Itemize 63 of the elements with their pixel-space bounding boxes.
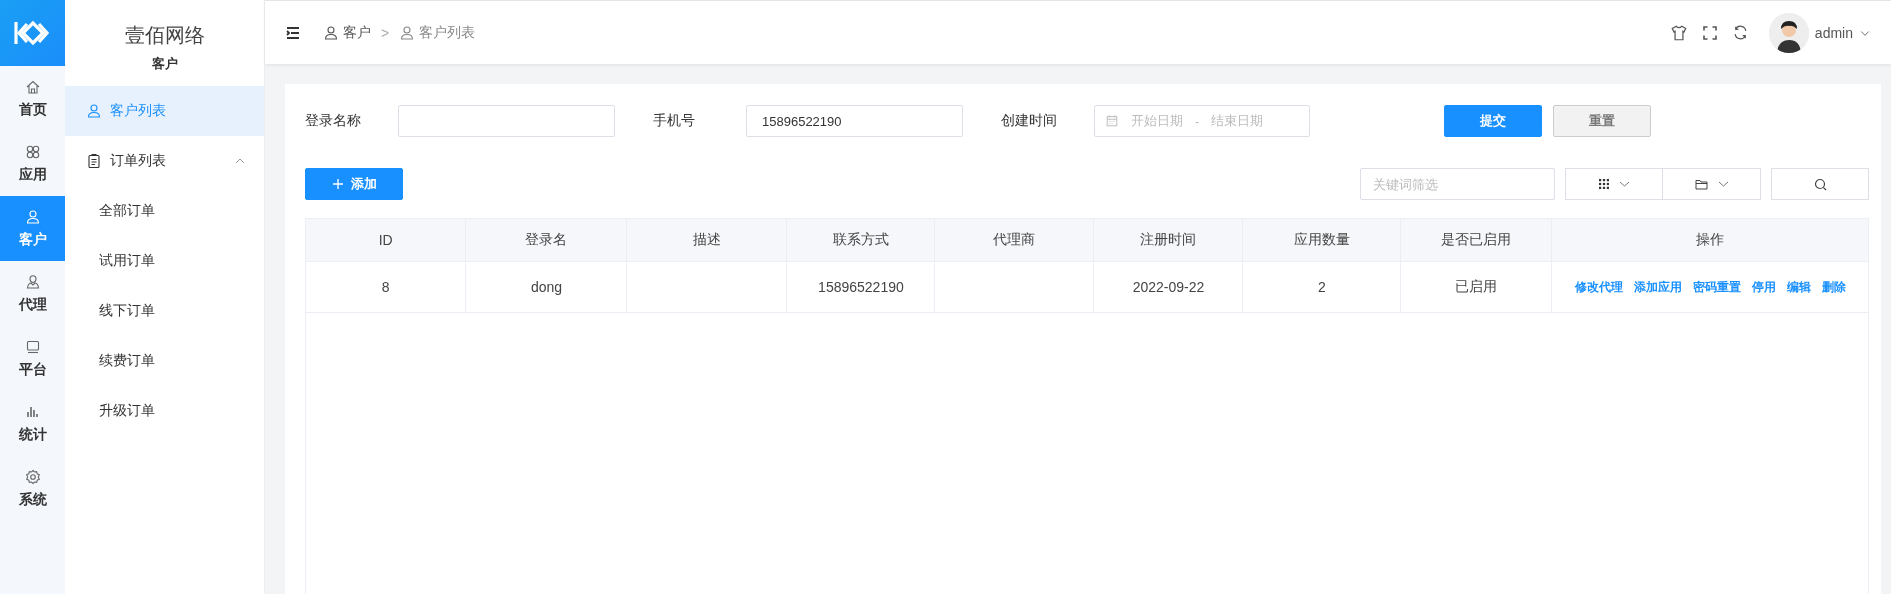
view-dropdown[interactable] <box>1565 168 1663 200</box>
nav-item[interactable]: 统计 <box>0 391 65 456</box>
column-header: 应用数量 <box>1242 219 1401 262</box>
menu-item[interactable]: 订单列表 <box>65 136 264 186</box>
submenu-item[interactable]: 升级订单 <box>65 386 264 436</box>
folder-dropdown[interactable] <box>1663 168 1761 200</box>
nav-item[interactable]: 系统 <box>0 456 65 521</box>
nav-item[interactable]: 首页 <box>0 66 65 131</box>
calendar-icon <box>1105 114 1119 128</box>
column-header: 是否已启用 <box>1400 219 1552 262</box>
field-label: 创建时间 <box>1001 112 1058 130</box>
shirt-icon <box>1669 23 1688 42</box>
submenu-item[interactable]: 线下订单 <box>65 286 264 336</box>
fullscreen-icon <box>1701 24 1718 41</box>
reset-button[interactable]: 重置 <box>1553 105 1651 137</box>
user-name[interactable]: admin <box>1814 24 1853 41</box>
column-header: 操作 <box>1551 219 1868 262</box>
section-title: 客户 <box>151 55 178 73</box>
field-label: 手机号 <box>653 112 696 130</box>
plus-icon <box>331 178 344 190</box>
column-header: 联系方式 <box>786 219 935 262</box>
submenu-item[interactable]: 全部订单 <box>65 186 264 236</box>
table-cell: 2022-09-22 <box>1093 261 1243 313</box>
folder-icon <box>1694 178 1708 190</box>
nav-item[interactable]: 平台 <box>0 326 65 391</box>
table-cell: 2 <box>1242 261 1401 313</box>
column-header: 代理商 <box>934 219 1094 262</box>
grid-icon <box>1598 179 1609 189</box>
user-icon <box>24 208 41 225</box>
search-icon <box>1813 177 1827 191</box>
field-label: 登录名称 <box>305 112 362 130</box>
column-header: 注册时间 <box>1093 219 1243 262</box>
four-circles-icon <box>24 143 41 160</box>
user-icon <box>86 103 102 119</box>
home-icon <box>24 78 41 95</box>
input-field[interactable]: 15896522190 <box>746 105 963 137</box>
search-field[interactable]: 关键词筛选 <box>1360 168 1555 200</box>
nav-item[interactable]: 应用 <box>0 131 65 196</box>
user-icon <box>323 24 339 41</box>
clipboard-icon <box>86 153 102 169</box>
breadcrumb-link[interactable]: 客户列表 <box>399 23 476 42</box>
user-icon <box>399 24 416 41</box>
brand-title: 壹佰网络 <box>124 23 205 48</box>
table-cell: 8 <box>306 261 466 313</box>
submenu-item[interactable]: 试用订单 <box>65 236 264 286</box>
column-header: ID <box>306 219 466 262</box>
monitor-icon <box>24 338 41 355</box>
gear-icon <box>24 468 41 485</box>
nav-item[interactable]: 代理 <box>0 261 65 326</box>
input-field[interactable] <box>398 105 615 137</box>
column-header: 登录名 <box>465 219 627 262</box>
search-button[interactable] <box>1771 168 1869 200</box>
user-icon <box>24 273 41 290</box>
column-header: 描述 <box>626 219 787 262</box>
menu-icon <box>285 24 301 41</box>
chevron-icon <box>1717 180 1729 188</box>
breadcrumb-link[interactable]: 客户 <box>323 23 371 42</box>
submenu-item[interactable]: 续费订单 <box>65 336 264 386</box>
table-cell: dong <box>465 261 627 313</box>
chevron-icon <box>1618 180 1630 188</box>
table-cell: 15896522190 <box>786 261 935 313</box>
table-cell: 已启用 <box>1400 261 1552 313</box>
breadcrumb-separator: > <box>381 24 390 41</box>
